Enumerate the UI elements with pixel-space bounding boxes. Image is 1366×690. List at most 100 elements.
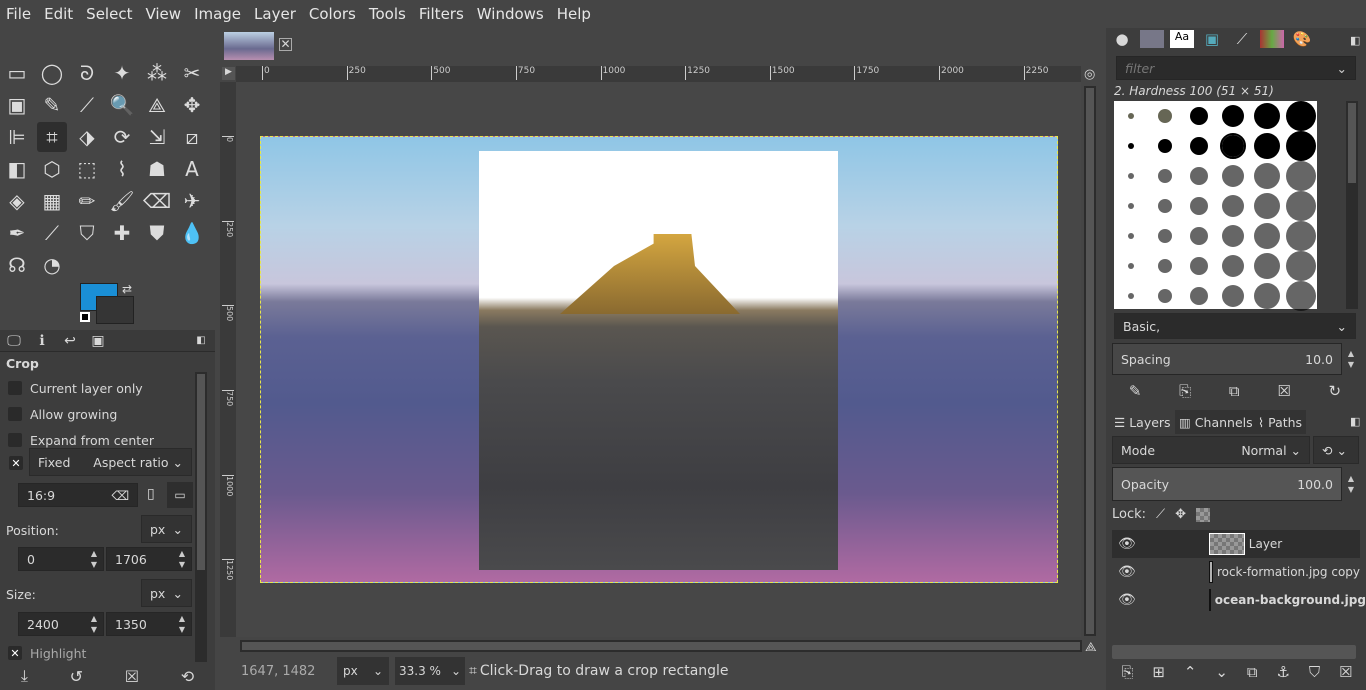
spin-buttons[interactable]: ▲ ▼ <box>173 548 191 570</box>
brush-item[interactable] <box>1128 203 1134 209</box>
new-layer-icon[interactable]: ⎘ <box>1121 663 1133 681</box>
eye-icon[interactable]: 👁 <box>1118 592 1136 608</box>
brush-item[interactable] <box>1222 105 1244 127</box>
brush-item[interactable] <box>1286 251 1316 281</box>
merge-layer-icon[interactable]: ⛉ <box>1309 663 1320 681</box>
panel-menu-icon[interactable]: ◧ <box>1350 34 1360 47</box>
brush-item[interactable] <box>1254 253 1280 279</box>
palettes-tab[interactable] <box>1260 30 1284 48</box>
lock-alpha-icon[interactable] <box>1196 507 1211 522</box>
brush-item[interactable] <box>1254 163 1280 189</box>
landscape-icon[interactable]: ▭ <box>167 482 193 508</box>
menu-help[interactable]: Help <box>557 5 591 23</box>
brush-item[interactable] <box>1220 133 1246 159</box>
current-layer-only-checkbox[interactable]: Current layer only <box>0 375 215 401</box>
foreground-select-tool-icon[interactable]: ▣ <box>2 90 32 120</box>
align-tool-icon[interactable]: ⊫ <box>2 122 32 152</box>
measure-tool-icon[interactable]: ⟁ <box>142 90 172 120</box>
brush-item[interactable] <box>1158 199 1172 213</box>
zoom-follow-icon[interactable]: ◎ <box>1084 67 1095 82</box>
layers-scrollbar[interactable] <box>1112 645 1356 659</box>
crop-tool-icon[interactable]: ⌗ <box>37 122 67 152</box>
brush-item[interactable] <box>1128 293 1134 299</box>
panel-menu-icon[interactable]: ◧ <box>187 330 215 351</box>
rotate-tool-icon[interactable]: ⟳ <box>107 122 137 152</box>
spin-buttons[interactable]: ▲ ▼ <box>85 548 103 570</box>
zoom-tool-icon[interactable]: 🔍 <box>107 90 137 120</box>
brush-scrollbar[interactable] <box>1346 101 1358 309</box>
brush-item[interactable] <box>1222 225 1244 247</box>
options-scrollbar[interactable] <box>195 372 207 662</box>
brush-item[interactable] <box>1158 169 1172 183</box>
rect-select-tool-icon[interactable]: ▭ <box>2 58 32 88</box>
layer-row[interactable]: 👁 ocean-background.jpg <box>1112 586 1366 614</box>
vertical-scrollbar[interactable] <box>1084 86 1096 636</box>
document-history-tab[interactable]: ▣ <box>1200 30 1224 48</box>
brush-item[interactable] <box>1158 109 1172 123</box>
quick-mask-menu-icon[interactable]: ▶ <box>222 67 235 80</box>
brush-item[interactable] <box>1222 255 1244 277</box>
clear-icon[interactable]: ⌫ <box>111 488 129 503</box>
heal-tool-icon[interactable]: ✚ <box>107 218 137 248</box>
menu-edit[interactable]: Edit <box>44 5 73 23</box>
navigate-icon[interactable]: ⟁ <box>1085 640 1097 655</box>
shear-tool-icon[interactable]: ⧄ <box>177 122 207 152</box>
scissors-tool-icon[interactable]: ✂ <box>177 58 207 88</box>
reset-icon[interactable]: ⟲ <box>181 667 194 686</box>
flip-tool-icon[interactable]: ◧ <box>2 154 32 184</box>
gradient-tool-icon[interactable]: ▦ <box>37 186 67 216</box>
portrait-icon[interactable]: ▯ <box>147 486 155 502</box>
brush-filter-input[interactable]: filter ⌄ <box>1116 56 1356 80</box>
menu-file[interactable]: File <box>6 5 31 23</box>
airbrush-tool-icon[interactable]: ✈ <box>177 186 207 216</box>
brush-item[interactable] <box>1222 195 1244 217</box>
bucket-fill-tool-icon[interactable]: ◈ <box>2 186 32 216</box>
blur-tool-icon[interactable]: 💧 <box>177 218 207 248</box>
brush-item[interactable] <box>1286 131 1316 161</box>
patterns-tab[interactable] <box>1140 30 1164 48</box>
swap-colors-icon[interactable]: ⇄ <box>122 282 132 296</box>
brush-item[interactable] <box>1190 167 1208 185</box>
menu-layer[interactable]: Layer <box>254 5 296 23</box>
brush-item[interactable] <box>1128 173 1134 179</box>
spin-buttons[interactable]: ▲ ▼ <box>1342 473 1360 495</box>
fixed-checkbox[interactable]: ✕ <box>9 456 23 470</box>
brush-item[interactable] <box>1128 233 1134 239</box>
paths-tool-icon[interactable]: ✎ <box>37 90 67 120</box>
image-tab-thumbnail[interactable] <box>224 32 274 60</box>
menu-filters[interactable]: Filters <box>419 5 464 23</box>
lower-layer-icon[interactable]: ⌄ <box>1215 663 1228 681</box>
brush-item[interactable] <box>1286 191 1316 221</box>
opacity-slider[interactable]: Opacity 100.0 <box>1112 467 1342 501</box>
menu-view[interactable]: View <box>145 5 181 23</box>
brush-item[interactable] <box>1190 107 1208 125</box>
device-status-tab[interactable]: ℹ <box>28 330 56 351</box>
layer-row[interactable]: 👁 rock-formation.jpg copy <box>1112 558 1360 586</box>
position-unit-dropdown[interactable]: px ⌄ <box>141 515 192 543</box>
ratio-input[interactable]: 16:9 ⌫ <box>18 483 138 507</box>
layer-mode-dropdown[interactable]: Mode Normal ⌄ <box>1112 436 1310 464</box>
composite-mode-dropdown[interactable]: ⟲ ⌄ <box>1313 436 1359 464</box>
brushes-tab[interactable]: ● <box>1110 30 1134 48</box>
new-brush-icon[interactable]: ⎘ <box>1179 382 1191 400</box>
handle-transform-tool-icon[interactable]: ☗ <box>142 154 172 184</box>
eye-icon[interactable]: 👁 <box>1118 564 1136 580</box>
brush-item[interactable] <box>1190 257 1208 275</box>
brush-item[interactable] <box>1158 139 1172 153</box>
brush-item[interactable] <box>1222 165 1244 187</box>
perspective-tool-icon[interactable]: ⬡ <box>37 154 67 184</box>
tab-paths[interactable]: ⌇ Paths <box>1254 410 1307 434</box>
paintbrush-tool-icon[interactable]: 🖌 <box>107 186 137 216</box>
scale-tool-icon[interactable]: ⇲ <box>142 122 172 152</box>
delete-icon[interactable]: ☒ <box>125 667 139 686</box>
text-tool-icon[interactable]: A <box>177 154 207 184</box>
spacing-slider[interactable]: Spacing 10.0 <box>1112 343 1342 375</box>
undo-history-tab[interactable]: ↩ <box>56 330 84 351</box>
anchor-layer-icon[interactable]: ⚓ <box>1276 663 1289 681</box>
ellipse-select-tool-icon[interactable]: ◯ <box>37 58 67 88</box>
tab-layers[interactable]: ☰ Layers <box>1110 410 1175 434</box>
brush-item[interactable] <box>1222 285 1244 307</box>
free-select-tool-icon[interactable]: ᘐ <box>72 58 102 88</box>
eye-icon[interactable]: 👁 <box>1118 536 1136 552</box>
dodge-burn-tool-icon[interactable]: ◔ <box>37 250 67 280</box>
